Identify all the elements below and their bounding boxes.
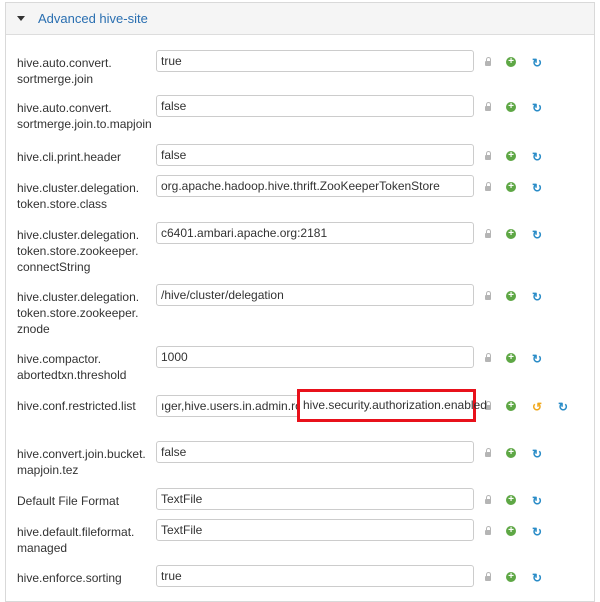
property-value-input[interactable]: 1000 [156, 346, 474, 368]
property-name-line: hive.auto.convert. [17, 56, 112, 70]
lock-icon[interactable] [485, 448, 491, 457]
property-value-input[interactable]: TextFile [156, 488, 474, 510]
undo-icon[interactable]: ↺ [532, 401, 542, 413]
property-name: hive.auto.convert. sortmerge.join.to.mapj… [17, 100, 152, 132]
lock-icon[interactable] [485, 526, 491, 535]
lock-icon[interactable] [485, 229, 491, 238]
plus-circle-icon[interactable]: + [506, 526, 516, 536]
property-value-text: 1000 [161, 350, 188, 364]
property-name: hive.cluster.delegation. token.store.zook… [17, 289, 147, 337]
property-name-line: znode [17, 322, 50, 336]
plus-circle-icon[interactable]: + [506, 182, 516, 192]
panel-header[interactable]: Advanced hive-site [6, 3, 594, 35]
property-value-text: true [161, 54, 182, 68]
property-name-line: mapjoin.tez [17, 463, 79, 477]
lock-icon[interactable] [485, 182, 491, 191]
property-name: hive.convert.join.bucket. mapjoin.tez [17, 446, 147, 478]
property-value-text: ıger,hive.users.in.admin.role [161, 399, 312, 413]
lock-icon[interactable] [485, 291, 491, 300]
lock-icon[interactable] [485, 102, 491, 111]
plus-circle-icon[interactable]: + [506, 353, 516, 363]
plus-circle-icon[interactable]: + [506, 572, 516, 582]
refresh-icon[interactable]: ↻ [532, 572, 542, 584]
lock-icon[interactable] [485, 495, 491, 504]
property-name: hive.cluster.delegation. token.store.clas… [17, 180, 147, 212]
property-name-line: managed [17, 541, 68, 555]
plus-circle-icon[interactable]: + [506, 448, 516, 458]
plus-circle-icon[interactable]: + [506, 151, 516, 161]
refresh-icon[interactable]: ↻ [532, 495, 542, 507]
plus-circle-icon[interactable]: + [506, 57, 516, 67]
highlighted-value-box: hive.security.authorization.enabled [297, 389, 487, 422]
property-value-input[interactable]: TextFile [156, 519, 474, 541]
property-name-line: abortedtxn.threshold [17, 368, 127, 382]
lock-icon[interactable] [485, 151, 491, 160]
refresh-icon[interactable]: ↻ [532, 526, 542, 538]
property-name-line: hive.cluster.delegation. [17, 228, 140, 242]
property-name-line: hive.compactor. [17, 352, 102, 366]
refresh-icon[interactable]: ↻ [532, 151, 542, 163]
refresh-icon[interactable]: ↻ [532, 448, 542, 460]
property-name: hive.conf.restricted.list [17, 398, 147, 414]
plus-circle-icon[interactable]: + [506, 401, 516, 411]
property-name-line: connectString [17, 260, 91, 274]
property-name: hive.cluster.delegation. token.store.zook… [17, 227, 147, 275]
plus-circle-icon[interactable]: + [506, 102, 516, 112]
property-value-text: TextFile [161, 492, 203, 506]
refresh-icon[interactable]: ↻ [532, 182, 542, 194]
property-value-input[interactable]: false [156, 95, 474, 117]
property-value-text: /hive/cluster/delegation [161, 288, 284, 302]
property-value-input[interactable]: true [156, 50, 474, 72]
property-name-line: hive.cluster.delegation. [17, 181, 140, 195]
property-name: Default File Format [17, 493, 147, 509]
property-value-text: c6401.ambari.apache.org:2181 [161, 226, 328, 240]
property-name-line: Default File Format [17, 494, 120, 508]
property-name-line: sortmerge.join.to.mapjoin [17, 117, 152, 131]
property-value-text: org.apache.hadoop.hive.thrift.ZooKeeperT… [161, 179, 440, 193]
plus-circle-icon[interactable]: + [506, 291, 516, 301]
property-value-text: true [161, 569, 182, 583]
refresh-icon[interactable]: ↻ [532, 291, 542, 303]
panel-title[interactable]: Advanced hive-site [38, 11, 148, 26]
property-name-line: hive.default.fileformat. [17, 525, 135, 539]
property-name: hive.enforce.sorting [17, 570, 147, 586]
property-name-line: token.store.class [17, 197, 108, 211]
property-name-line: hive.enforce.sorting [17, 571, 122, 585]
caret-down-icon[interactable] [17, 16, 25, 21]
property-name-line: hive.cli.print.header [17, 150, 122, 164]
property-name-line: sortmerge.join [17, 72, 94, 86]
property-value-text: TextFile [161, 523, 203, 537]
property-value-text: false [161, 99, 187, 113]
property-value-input[interactable]: org.apache.hadoop.hive.thrift.ZooKeeperT… [156, 175, 474, 197]
refresh-icon[interactable]: ↻ [532, 229, 542, 241]
property-value-input[interactable]: c6401.ambari.apache.org:2181 [156, 222, 474, 244]
property-value-input[interactable]: /hive/cluster/delegation [156, 284, 474, 306]
property-value-text: false [161, 445, 187, 459]
lock-icon[interactable] [485, 57, 491, 66]
property-name-line: hive.auto.convert. [17, 101, 112, 115]
property-name-line: token.store.zookeeper. [17, 244, 139, 258]
property-value-input[interactable]: true [156, 565, 474, 587]
property-name-line: hive.conf.restricted.list [17, 399, 136, 413]
property-name-line: hive.convert.join.bucket. [17, 447, 146, 461]
refresh-icon[interactable]: ↻ [532, 57, 542, 69]
property-name: hive.default.fileformat. managed [17, 524, 147, 556]
highlighted-value-text: hive.security.authorization.enabled [303, 398, 487, 412]
property-name-line: token.store.zookeeper. [17, 306, 139, 320]
property-value-text: false [161, 148, 187, 162]
property-name: hive.auto.convert. sortmerge.join [17, 55, 147, 87]
plus-circle-icon[interactable]: + [506, 229, 516, 239]
lock-icon[interactable] [485, 353, 491, 362]
property-name-line: hive.cluster.delegation. [17, 290, 140, 304]
property-name: hive.cli.print.header [17, 149, 147, 165]
plus-circle-icon[interactable]: + [506, 495, 516, 505]
refresh-icon[interactable]: ↻ [532, 353, 542, 365]
refresh-icon[interactable]: ↻ [532, 102, 542, 114]
property-value-input[interactable]: false [156, 144, 474, 166]
property-name: hive.compactor. abortedtxn.threshold [17, 351, 147, 383]
property-value-input[interactable]: false [156, 441, 474, 463]
refresh-icon[interactable]: ↻ [558, 401, 568, 413]
